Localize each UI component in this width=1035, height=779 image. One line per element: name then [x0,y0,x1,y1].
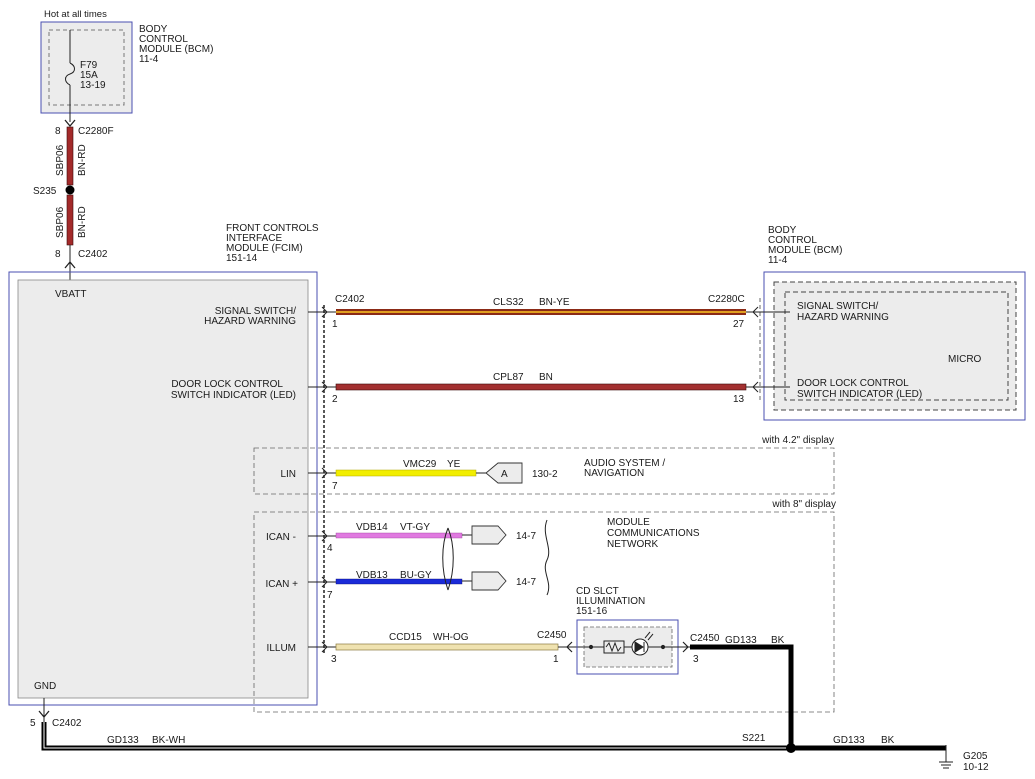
wire-ccd15-right-pin: 1 [553,654,559,665]
fcim-illum-label: ILLUM [267,643,296,654]
wire-gd133-illum [690,644,794,748]
bcm-right-door-lock-line1: DOOR LOCK CONTROL [797,378,909,389]
wire-vmc29 [335,469,477,477]
fcim-title-line4: 151-14 [226,253,258,264]
wire-cpl87-color: BN [539,372,553,383]
bcm-right-signal-switch-line1: SIGNAL SWITCH/ [797,301,879,312]
wire-vdb13-color: BU-GY [400,570,432,581]
connector-c2280f-pin: 8 [55,126,61,137]
wire-sbp06-bottom-color: BN-RD [77,206,88,238]
can-group-title-line2: COMMUNICATIONS [607,528,700,539]
can-group-box [253,511,835,713]
wire-cpl87 [335,383,747,391]
wire-ccd15-connector: C2450 [537,630,567,641]
fcim-module-box [8,271,318,706]
wire-ccd15-circuit: CCD15 [389,632,422,643]
wire-vmc29-pin: 7 [332,481,338,492]
bcm-right-door-lock-line2: SWITCH INDICATOR (LED) [797,389,922,400]
wire-cls32-right-pin: 27 [733,319,745,330]
wire-vdb13-pin: 7 [327,590,333,601]
fcim-ican-plus-label: ICAN + [265,579,298,590]
wire-vdb13-circuit: VDB13 [356,570,388,581]
network-bracket-icon [544,519,550,596]
wire-cls32-color: BN-YE [539,297,570,308]
wire-ccd15 [335,643,559,651]
wire-gd133-ground-color: BK [881,735,895,746]
wire-cls32-right-connector: C2280C [708,294,745,305]
wire-cls32-left-connector: C2402 [335,294,365,305]
ground-ref: 10-12 [963,762,989,773]
vdb14-ref-flag-icon [471,525,507,545]
wire-cpl87-circuit: CPL87 [493,372,524,383]
wire-ccd15-left-pin: 3 [331,654,337,665]
wire-gd133-main-connector: C2402 [52,718,82,729]
wire-sbp06-top [66,126,74,186]
wire-vdb13 [335,578,463,585]
wire-gd133-illum-circuit: GD133 [725,635,757,646]
fcim-door-lock-line2: SWITCH INDICATOR (LED) [171,390,296,401]
fcim-entry-pin: 8 [55,249,61,260]
wire-vdb14-circuit: VDB14 [356,522,388,533]
fcim-entry-connector: C2402 [78,249,108,260]
bcm-right-signal-switch-line2: HAZARD WARNING [797,312,889,323]
splice-s221-label: S221 [742,733,766,744]
vdb13-ref-flag-icon [471,571,507,591]
wire-gd133-main-pin: 5 [30,718,36,729]
fcim-ican-minus-label: ICAN - [266,532,296,543]
ground-name: G205 [963,751,988,762]
wire-gd133-illum-pin: 3 [693,654,699,665]
wire-sbp06-top-circuit: SBP06 [55,144,66,176]
audio-group-title-line2: NAVIGATION [584,468,644,479]
wire-vmc29-color: YE [447,459,461,470]
wire-vdb14-color: VT-GY [400,522,430,533]
connector-c2280f-name: C2280F [78,126,114,137]
vdb13-ref: 14-7 [516,577,536,588]
can-group-title-line3: NETWORK [607,539,658,550]
wire-gd133-illum-color: BK [771,635,785,646]
splice-s235-label: S235 [33,186,57,197]
fuse-ref: 13-19 [80,80,106,91]
wire-gd133-illum-connector: C2450 [690,633,720,644]
fcim-vbatt-label: VBATT [55,289,86,300]
vmc29-ref-letter: A [501,469,508,480]
vmc29-ref: 130-2 [532,469,558,480]
wire-cls32-left-pin: 1 [332,319,338,330]
wire-cls32-circuit: CLS32 [493,297,524,308]
wire-gd133-main-circuit: GD133 [107,735,139,746]
wire-gd133-main-color: BK-WH [152,735,185,746]
wire-cpl87-left-pin: 2 [332,394,338,405]
wire-sbp06-top-color: BN-RD [77,144,88,176]
hot-at-all-times-label: Hot at all times [44,9,107,20]
wire-ccd15-color: WH-OG [433,632,469,643]
splice-s235-dot [65,185,75,195]
fcim-signal-switch-line2: HAZARD WARNING [204,316,296,327]
can-group-title-line1: MODULE [607,517,650,528]
wire-vmc29-circuit: VMC29 [403,459,437,470]
wire-vdb14 [335,532,463,539]
cd-slct-title-line3: 151-16 [576,606,608,617]
wire-cpl87-right-pin: 13 [733,394,745,405]
fcim-lin-label: LIN [280,469,296,480]
wire-sbp06-bottom-circuit: SBP06 [55,206,66,238]
audio-group-note: with 4.2" display [761,435,834,446]
bcm-top-title-line4: 11-4 [139,54,159,65]
wiring-diagram: Hot at all times BODY CONTROL MODULE (BC… [8,9,1026,773]
vdb14-ref: 14-7 [516,531,536,542]
bcm-right-micro-label: MICRO [948,354,982,365]
fcim-door-lock-line1: DOOR LOCK CONTROL [171,379,283,390]
fcim-gnd-label: GND [34,681,56,692]
bcm-right-title-line4: 11-4 [768,255,788,266]
wire-sbp06-bottom [66,194,74,246]
wire-gd133-ground-circuit: GD133 [833,735,865,746]
can-group-note: with 8" display [771,499,836,510]
wire-vdb14-pin: 4 [327,543,333,554]
